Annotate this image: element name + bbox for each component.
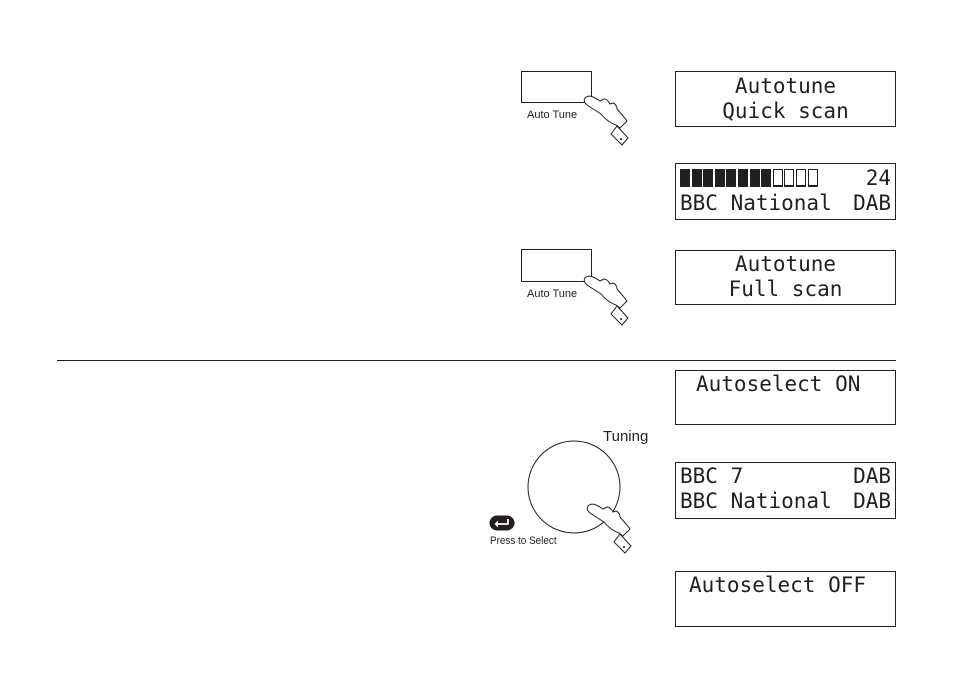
band-label: DAB bbox=[853, 191, 891, 215]
lcd-line1: Autoselect OFF bbox=[689, 573, 867, 597]
section-divider bbox=[57, 360, 896, 361]
pointing-hand-icon bbox=[583, 95, 629, 146]
progress-segment-filled bbox=[749, 169, 760, 187]
lcd-line2: Quick scan bbox=[722, 99, 849, 123]
lcd-line1: Autotune bbox=[734, 74, 837, 98]
progress-segment-filled bbox=[714, 169, 725, 187]
lcd-scan-progress: 24 BBC National DAB bbox=[675, 163, 896, 220]
progress-segment-empty bbox=[807, 169, 818, 187]
press-to-select-label: Press to Select bbox=[490, 535, 557, 547]
progress-segment-empty bbox=[772, 169, 783, 187]
lcd-station-list: BBC 7 DAB BBC National DAB bbox=[675, 462, 896, 519]
lcd-autotune-quick-scan: Autotune Quick scan bbox=[675, 71, 896, 127]
station-count: 24 bbox=[865, 166, 891, 190]
station-name: BBC 7 bbox=[680, 464, 744, 488]
station-row[interactable]: BBC National DAB bbox=[676, 489, 895, 514]
lcd-autoselect-off: Autoselect OFF bbox=[675, 571, 896, 627]
progress-segment-filled bbox=[703, 169, 714, 187]
station-name: BBC National bbox=[680, 191, 832, 215]
station-row[interactable]: BBC 7 DAB bbox=[676, 464, 895, 489]
progress-segment-empty bbox=[784, 169, 795, 187]
lcd-autotune-full-scan: Autotune Full scan bbox=[675, 250, 896, 305]
progress-segment-empty bbox=[795, 169, 806, 187]
lcd-autoselect-on: Autoselect ON bbox=[675, 370, 896, 425]
progress-segment-filled bbox=[737, 169, 748, 187]
progress-segment-filled bbox=[691, 169, 702, 187]
lcd-line2: Full scan bbox=[728, 277, 843, 301]
auto-tune-label-full: Auto Tune bbox=[527, 288, 578, 300]
pointing-hand-icon bbox=[583, 275, 629, 326]
enter-return-icon bbox=[489, 515, 515, 531]
scan-progress-bar bbox=[680, 166, 819, 191]
pointing-hand-icon bbox=[586, 503, 632, 554]
auto-tune-label-quick: Auto Tune bbox=[527, 109, 578, 121]
band-label: DAB bbox=[853, 489, 891, 513]
lcd-line1: Autoselect ON bbox=[696, 372, 861, 396]
progress-segment-filled bbox=[726, 169, 737, 187]
lcd-line1: Autotune bbox=[734, 252, 837, 276]
progress-segment-filled bbox=[761, 169, 772, 187]
station-name: BBC National bbox=[680, 489, 832, 513]
progress-segment-filled bbox=[680, 169, 690, 187]
band-label: DAB bbox=[853, 464, 891, 488]
